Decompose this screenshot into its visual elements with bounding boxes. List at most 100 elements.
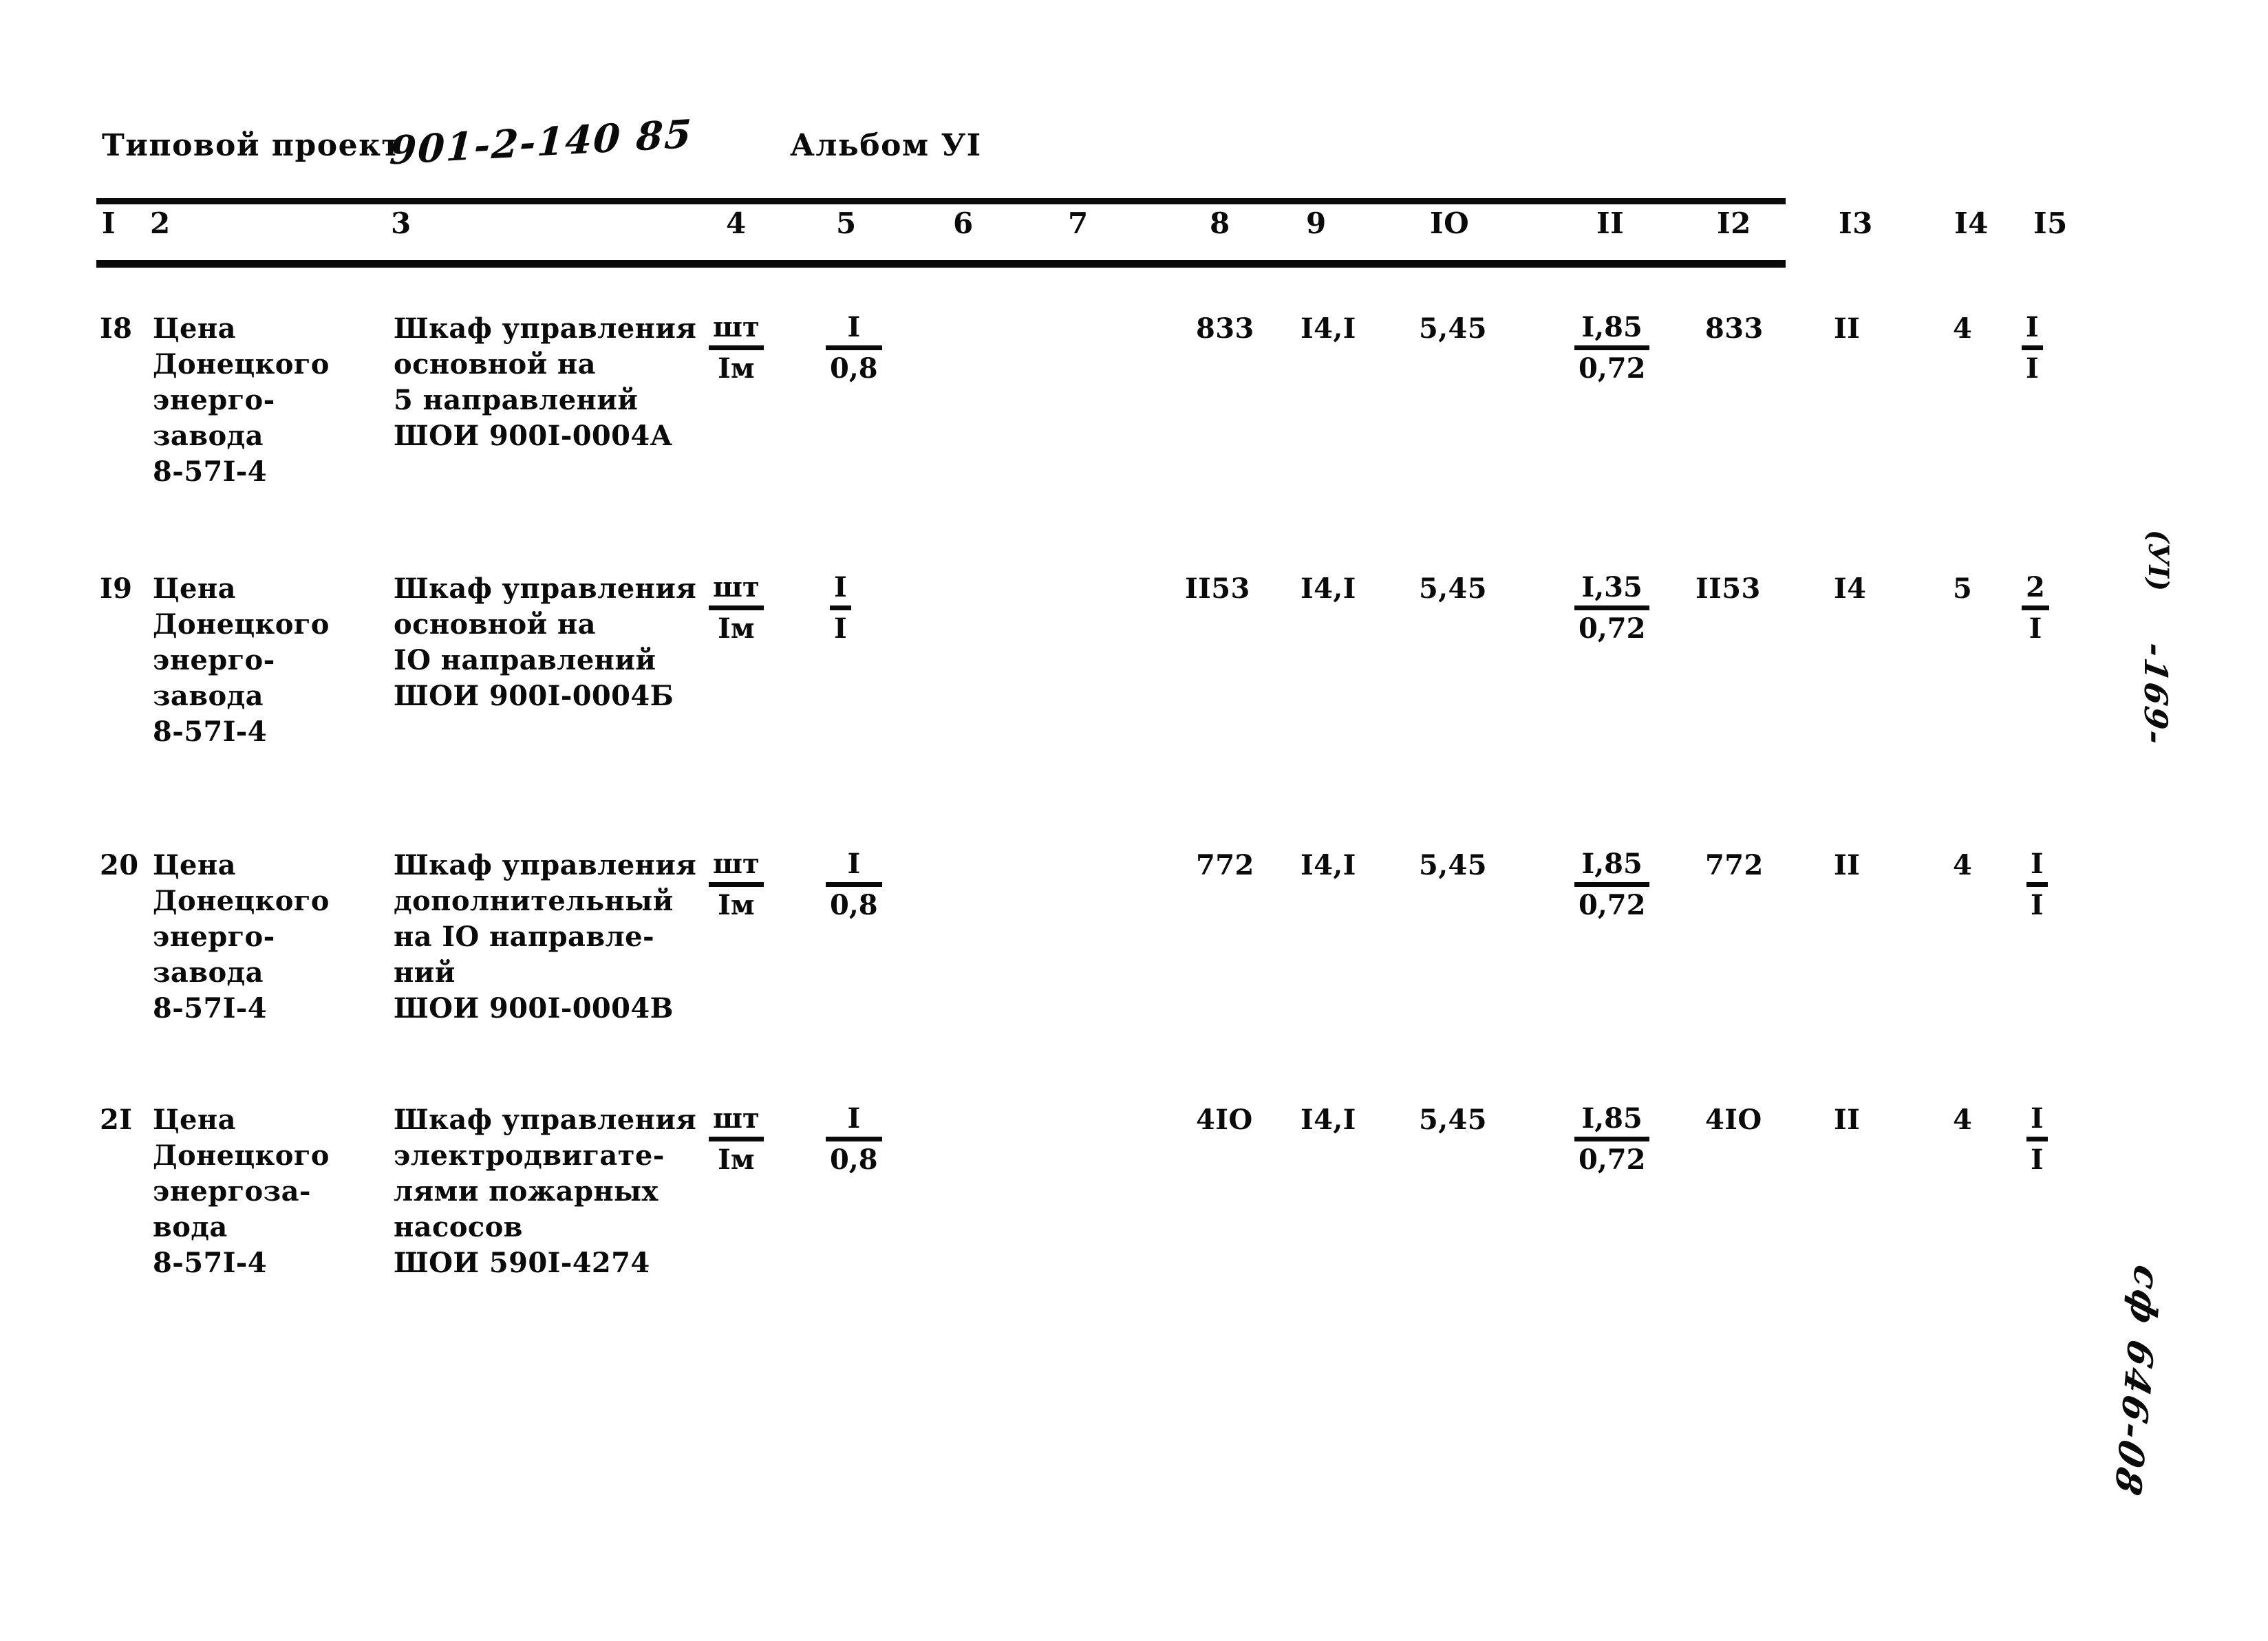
row-number: 20 xyxy=(100,849,139,881)
fraction-bar xyxy=(2026,882,2048,887)
price-source: Цена Донецкого энерго- завода 8-57I-4 xyxy=(153,849,330,1025)
column-11-numerator: I,85 xyxy=(1581,848,1643,880)
column-8-value: 833 xyxy=(1196,312,1254,345)
column-15-fraction: 2 I xyxy=(2022,571,2049,645)
fraction-bar xyxy=(2022,605,2049,610)
scanned-page: Типовой проект 901-2-140 85 Альбом УI I … xyxy=(0,0,2268,1641)
column-11-numerator: I,35 xyxy=(1581,571,1643,603)
column-9-value: I4,I xyxy=(1301,849,1356,881)
fraction-bar xyxy=(830,605,851,610)
unit-fraction: шт Iм xyxy=(709,1102,764,1177)
quantity-numerator: I xyxy=(834,571,847,603)
quantity-fraction: I 0,8 xyxy=(826,848,882,922)
quantity-fraction: I I xyxy=(830,571,851,645)
column-13-value: II xyxy=(1834,1104,1861,1136)
equipment-description: Шкаф управления дополнительный на IО нап… xyxy=(394,849,697,1025)
column-14-value: 4 xyxy=(1953,1104,1973,1136)
fraction-bar xyxy=(1574,882,1650,887)
column-8-value: 4IO xyxy=(1196,1104,1253,1136)
column-14-value: 5 xyxy=(1953,572,1973,605)
column-10-value: 5,45 xyxy=(1419,1104,1488,1136)
column-8-value: 772 xyxy=(1196,849,1254,881)
fraction-bar xyxy=(826,1137,882,1141)
quantity-numerator: I xyxy=(847,848,861,880)
unit-denominator: Iм xyxy=(718,1144,755,1176)
unit-fraction: шт Iм xyxy=(709,571,764,645)
unit-numerator: шт xyxy=(713,1102,760,1135)
quantity-denominator: I xyxy=(834,612,847,645)
unit-numerator: шт xyxy=(713,848,760,880)
column-12-value: II53 xyxy=(1695,572,1761,605)
column-15-numerator: I xyxy=(2031,1102,2044,1135)
column-11-fraction: I,35 0,72 xyxy=(1574,571,1650,645)
column-9-value: I4,I xyxy=(1301,312,1356,345)
column-8-value: II53 xyxy=(1185,572,1250,605)
column-11-fraction: I,85 0,72 xyxy=(1574,848,1650,922)
fraction-bar xyxy=(2022,345,2043,350)
unit-fraction: шт Iм xyxy=(709,848,764,922)
equipment-description: Шкаф управления основной на 5 направлени… xyxy=(394,312,697,452)
margin-album-marker: (УI) xyxy=(2142,530,2174,592)
column-11-numerator: I,85 xyxy=(1581,1102,1643,1135)
equipment-description: Шкаф управления основной на IО направлен… xyxy=(394,572,697,712)
column-11-denominator: 0,72 xyxy=(1579,612,1646,645)
quantity-fraction: I 0,8 xyxy=(826,311,882,385)
column-15-fraction: I I xyxy=(2022,311,2043,385)
price-source: Цена Донецкого энергоза- вода 8-57I-4 xyxy=(153,1104,330,1279)
quantity-denominator: 0,8 xyxy=(830,352,878,385)
column-15-numerator: I xyxy=(2031,848,2044,880)
column-14-value: 4 xyxy=(1953,312,1973,345)
fraction-bar xyxy=(1574,605,1650,610)
column-15-denominator: I xyxy=(2031,1144,2044,1176)
price-source: Цена Донецкого энерго- завода 8-57I-4 xyxy=(153,572,330,748)
column-15-denominator: I xyxy=(2031,889,2044,921)
column-15-fraction: I I xyxy=(2026,1102,2048,1177)
fraction-bar xyxy=(709,345,764,350)
unit-fraction: шт Iм xyxy=(709,311,764,385)
column-11-fraction: I,85 0,72 xyxy=(1574,311,1650,385)
fraction-bar xyxy=(2026,1137,2048,1141)
unit-denominator: Iм xyxy=(718,352,755,385)
column-9-value: I4,I xyxy=(1301,1104,1356,1136)
column-13-value: II xyxy=(1834,312,1861,345)
quantity-denominator: 0,8 xyxy=(830,1144,878,1176)
column-10-value: 5,45 xyxy=(1419,572,1488,605)
column-15-numerator: 2 xyxy=(2026,571,2045,603)
fraction-bar xyxy=(709,1137,764,1141)
unit-numerator: шт xyxy=(713,311,760,343)
equipment-description: Шкаф управления электродвигате- лями пож… xyxy=(394,1104,697,1279)
column-15-numerator: I xyxy=(2026,311,2039,343)
column-14-value: 4 xyxy=(1953,849,1973,881)
column-10-value: 5,45 xyxy=(1419,312,1488,345)
fraction-bar xyxy=(826,345,882,350)
column-15-denominator: I xyxy=(2026,352,2039,385)
unit-denominator: Iм xyxy=(718,889,755,921)
column-10-value: 5,45 xyxy=(1419,849,1488,881)
column-11-denominator: 0,72 xyxy=(1579,1144,1646,1176)
column-15-denominator: I xyxy=(2029,612,2042,645)
column-11-fraction: I,85 0,72 xyxy=(1574,1102,1650,1177)
column-12-value: 833 xyxy=(1705,312,1764,345)
column-11-denominator: 0,72 xyxy=(1579,889,1646,921)
quantity-denominator: 0,8 xyxy=(830,889,878,921)
fraction-bar xyxy=(709,605,764,610)
fraction-bar xyxy=(1574,1137,1650,1141)
fraction-bar xyxy=(1574,345,1650,350)
unit-denominator: Iм xyxy=(718,612,755,645)
fraction-bar xyxy=(826,882,882,887)
column-12-value: 4IO xyxy=(1705,1104,1762,1136)
price-source: Цена Донецкого энерго- завода 8-57I-4 xyxy=(153,312,330,488)
column-13-value: I4 xyxy=(1834,572,1867,605)
row-number: I8 xyxy=(100,312,133,345)
quantity-numerator: I xyxy=(847,1102,861,1135)
unit-numerator: шт xyxy=(713,571,760,603)
row-number: I9 xyxy=(100,572,133,605)
fraction-bar xyxy=(709,882,764,887)
column-15-fraction: I I xyxy=(2026,848,2048,922)
row-number: 2I xyxy=(100,1104,133,1136)
quantity-fraction: I 0,8 xyxy=(826,1102,882,1177)
column-13-value: II xyxy=(1834,849,1861,881)
column-12-value: 772 xyxy=(1705,849,1764,881)
table-body: I8 Цена Донецкого энерго- завода 8-57I-4… xyxy=(0,0,2268,1641)
quantity-numerator: I xyxy=(847,311,861,343)
